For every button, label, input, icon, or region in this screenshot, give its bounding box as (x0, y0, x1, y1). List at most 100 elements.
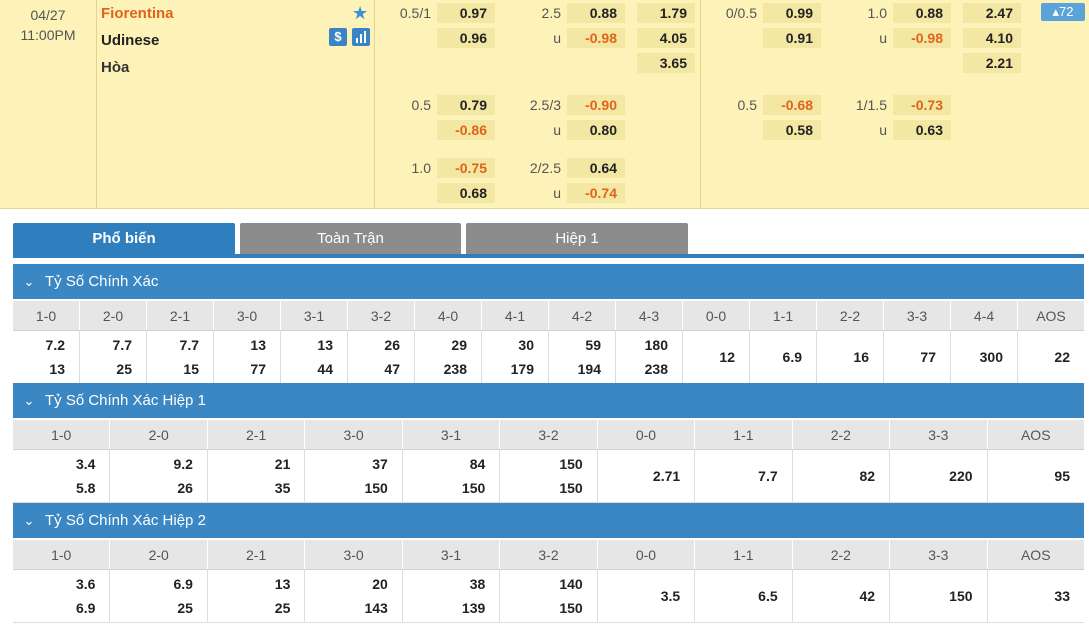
odds-value[interactable]: 30 (518, 337, 534, 353)
score-odds-cell[interactable]: 82 (793, 450, 891, 502)
odds-value[interactable]: 82 (860, 468, 876, 484)
score-odds-cell[interactable]: 6.5 (695, 570, 793, 622)
score-odds-cell[interactable]: 140 150 (500, 570, 598, 622)
odds-value[interactable]: 180 (645, 337, 668, 353)
odds-value[interactable]: 139 (462, 600, 485, 616)
score-odds-cell[interactable]: 95 (988, 450, 1084, 502)
odds-value[interactable]: 150 (364, 480, 387, 496)
odds-value[interactable]: 84 (470, 456, 486, 472)
odds-value[interactable]: 29 (451, 337, 467, 353)
section-header[interactable]: ⌄ Tỷ Số Chính Xác Hiệp 2 (13, 503, 1084, 538)
score-odds-cell[interactable]: 180 238 (616, 331, 683, 383)
score-odds-cell[interactable]: 150 (890, 570, 988, 622)
stats-chart-icon[interactable] (352, 28, 370, 46)
draw-odds[interactable]: 2.21 (963, 53, 1021, 73)
score-odds-cell[interactable]: 84 150 (403, 450, 501, 502)
score-odds-cell[interactable]: 42 (793, 570, 891, 622)
favorite-star-icon[interactable]: ★ (352, 3, 368, 24)
odds-value[interactable]: 6.9 (76, 600, 95, 616)
odds-value[interactable]: 13 (49, 361, 65, 377)
score-odds-cell[interactable]: 150 150 (500, 450, 598, 502)
away-team-name[interactable]: Udinese (101, 32, 159, 49)
score-odds-cell[interactable]: 13 77 (214, 331, 281, 383)
score-odds-cell[interactable]: 77 (884, 331, 951, 383)
chevron-down-icon[interactable]: ⌄ (13, 383, 45, 418)
handicap-away-odds[interactable]: 0.68 (437, 183, 495, 203)
odds-value[interactable]: 7.7 (180, 337, 199, 353)
away-win-odds[interactable]: 4.05 (637, 28, 695, 48)
tab-full-match[interactable]: Toàn Trận (240, 223, 461, 254)
handicap-home-odds[interactable]: 0.97 (437, 3, 495, 23)
score-odds-cell[interactable]: 30 179 (482, 331, 549, 383)
odds-value[interactable]: 47 (384, 361, 400, 377)
odds-value[interactable]: 7.7 (113, 337, 132, 353)
odds-value[interactable]: 25 (177, 600, 193, 616)
chevron-down-icon[interactable]: ⌄ (13, 264, 45, 299)
odds-value[interactable]: 6.5 (758, 588, 777, 604)
score-odds-cell[interactable]: 12 (683, 331, 750, 383)
score-odds-cell[interactable]: 16 (817, 331, 884, 383)
score-odds-cell[interactable]: 7.7 (695, 450, 793, 502)
score-odds-cell[interactable]: 2.71 (598, 450, 696, 502)
odds-value[interactable]: 238 (645, 361, 668, 377)
over-odds[interactable]: 0.88 (893, 3, 951, 23)
odds-value[interactable]: 179 (511, 361, 534, 377)
section-header[interactable]: ⌄ Tỷ Số Chính Xác (13, 264, 1084, 299)
score-odds-cell[interactable]: 29 238 (415, 331, 482, 383)
odds-value[interactable]: 35 (275, 480, 291, 496)
away-win-odds[interactable]: 4.10 (963, 28, 1021, 48)
odds-value[interactable]: 143 (364, 600, 387, 616)
odds-value[interactable]: 77 (920, 349, 936, 365)
odds-value[interactable]: 20 (372, 576, 388, 592)
handicap-home-odds[interactable]: -0.68 (763, 95, 821, 115)
handicap-away-odds[interactable]: 0.91 (763, 28, 821, 48)
chevron-down-icon[interactable]: ⌄ (13, 503, 45, 538)
odds-value[interactable]: 59 (585, 337, 601, 353)
odds-value[interactable]: 95 (1054, 468, 1070, 484)
handicap-home-odds[interactable]: 0.79 (437, 95, 495, 115)
odds-value[interactable]: 150 (559, 480, 582, 496)
score-odds-cell[interactable]: 13 25 (208, 570, 306, 622)
home-team-name[interactable]: Fiorentina (101, 5, 174, 22)
odds-value[interactable]: 42 (860, 588, 876, 604)
score-odds-cell[interactable]: 3.6 6.9 (13, 570, 111, 622)
odds-value[interactable]: 44 (317, 361, 333, 377)
odds-value[interactable]: 300 (980, 349, 1003, 365)
score-odds-cell[interactable]: 13 44 (281, 331, 348, 383)
odds-value[interactable]: 2.71 (653, 468, 680, 484)
score-odds-cell[interactable]: 33 (988, 570, 1084, 622)
score-odds-cell[interactable]: 38 139 (403, 570, 501, 622)
score-odds-cell[interactable]: 6.9 25 (110, 570, 208, 622)
score-odds-cell[interactable]: 9.2 26 (110, 450, 208, 502)
odds-value[interactable]: 13 (250, 337, 266, 353)
odds-value[interactable]: 33 (1054, 588, 1070, 604)
odds-value[interactable]: 12 (719, 349, 735, 365)
odds-value[interactable]: 25 (275, 600, 291, 616)
section-header[interactable]: ⌄ Tỷ Số Chính Xác Hiệp 1 (13, 383, 1084, 418)
odds-value[interactable]: 194 (578, 361, 601, 377)
odds-value[interactable]: 220 (949, 468, 972, 484)
odds-value[interactable]: 13 (317, 337, 333, 353)
odds-value[interactable]: 7.2 (46, 337, 65, 353)
home-win-odds[interactable]: 1.79 (637, 3, 695, 23)
odds-value[interactable]: 6.9 (173, 576, 192, 592)
odds-value[interactable]: 38 (470, 576, 486, 592)
tab-popular[interactable]: Phổ biến (13, 223, 235, 258)
handicap-home-odds[interactable]: -0.75 (437, 158, 495, 178)
score-odds-cell[interactable]: 59 194 (549, 331, 616, 383)
odds-value[interactable]: 3.5 (661, 588, 680, 604)
odds-value[interactable]: 150 (949, 588, 972, 604)
odds-value[interactable]: 26 (384, 337, 400, 353)
odds-value[interactable]: 3.4 (76, 456, 95, 472)
draw-odds[interactable]: 3.65 (637, 53, 695, 73)
odds-value[interactable]: 238 (444, 361, 467, 377)
odds-value[interactable]: 25 (116, 361, 132, 377)
odds-value[interactable]: 3.6 (76, 576, 95, 592)
odds-value[interactable]: 9.2 (173, 456, 192, 472)
score-odds-cell[interactable]: 20 143 (305, 570, 403, 622)
odds-value[interactable]: 15 (183, 361, 199, 377)
odds-value[interactable]: 140 (559, 576, 582, 592)
under-odds[interactable]: 0.80 (567, 120, 625, 140)
under-odds[interactable]: -0.74 (567, 183, 625, 203)
odds-value[interactable]: 7.7 (758, 468, 777, 484)
